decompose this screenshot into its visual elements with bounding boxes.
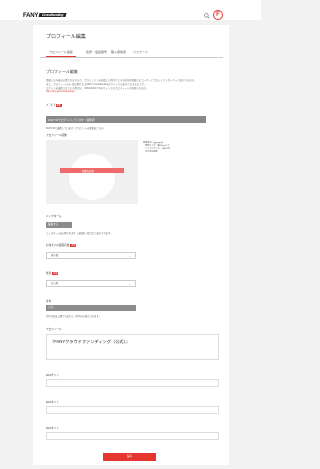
site-header: FANY Crowdfunding F — [0, 0, 261, 20]
profile-textarea-value: 『FANYクラウドファンディング（公式）』 — [50, 339, 130, 344]
birthday-label: 生年 — [46, 300, 52, 303]
prefecture-label-text: お住まいの都道府県 — [46, 244, 70, 247]
nickname-note: ニックネームは公開されます（支援者一覧などに表示されます） — [46, 233, 113, 235]
required-badge: 必須 — [52, 271, 59, 275]
website-label: Webサイト — [46, 427, 60, 430]
change-image-label: 画像を変更 — [82, 170, 94, 173]
gender-label: 性別 必須 — [46, 271, 59, 275]
tab-active-indicator — [46, 56, 76, 58]
social-links: ✓ 𝕏 f 連携 — [46, 103, 62, 107]
section-desc-link[interactable]: http://fany.jp/crowdfunding/... — [46, 90, 226, 93]
tab-address-phone[interactable]: 住所・電話番号 — [86, 50, 107, 54]
site-logo[interactable]: FANY Crowdfunding — [23, 13, 68, 19]
website-label: Webサイト — [46, 374, 60, 377]
gender-label-text: 性別 — [46, 272, 52, 275]
user-avatar[interactable]: F — [213, 10, 223, 20]
nickname-edit-button[interactable]: 編集する — [46, 222, 72, 228]
website-input-1[interactable] — [46, 379, 219, 387]
birthday-input[interactable]: 入力 — [46, 305, 136, 311]
website-input-3[interactable] — [46, 432, 219, 440]
section-title: プロフィール編集 — [46, 69, 78, 74]
tab-buyer-info[interactable]: 購入者情報 — [111, 50, 126, 54]
profile-image-label: プロフィール画像 — [46, 134, 67, 137]
required-badge: 必須 — [70, 243, 77, 247]
save-button[interactable]: 保存 — [103, 453, 156, 461]
logo-main: FANY — [23, 13, 39, 19]
sns-note: FANY IDで連携しています（アカウントの変更はこちら） — [46, 128, 106, 130]
profile-text-label: プロフィール — [46, 328, 62, 331]
avatar-placeholder — [69, 154, 115, 200]
chevron-down-icon: ⌄ — [128, 282, 131, 286]
sns-login-text: FANY IDでログインしています（連携済） — [48, 119, 97, 122]
chevron-down-icon: ⌄ — [128, 254, 131, 258]
birthday-note: 生年月日は公開されません（年代のみ表示されます） — [46, 316, 102, 318]
prefecture-select[interactable]: 東京都 ⌄ — [46, 252, 136, 259]
social-badge: 連携 — [55, 103, 62, 107]
tab-profile-edit[interactable]: プロフィール編集 — [49, 50, 73, 54]
prefecture-value: 東京都 — [51, 254, 59, 257]
gender-select[interactable]: 非公開 ⌄ — [46, 280, 136, 287]
gender-value: 非公開 — [51, 282, 59, 285]
image-note: ・正方形の画像 — [143, 151, 158, 153]
website-input-2[interactable] — [46, 406, 219, 414]
profile-textarea[interactable] — [46, 334, 219, 360]
logo-sub: Crowdfunding — [38, 13, 68, 18]
nickname-label: ニックネーム — [46, 215, 62, 218]
website-label: Webサイト — [46, 401, 60, 404]
tab-password[interactable]: パスワード — [133, 50, 148, 54]
prefecture-label: お住まいの都道府県 必須 — [46, 243, 77, 247]
social-icons[interactable]: ✓ 𝕏 f — [46, 103, 55, 107]
profile-image-preview[interactable]: 画像を変更 — [46, 140, 138, 204]
page-title: プロフィール編集 — [46, 34, 86, 40]
search-icon[interactable] — [204, 13, 210, 19]
